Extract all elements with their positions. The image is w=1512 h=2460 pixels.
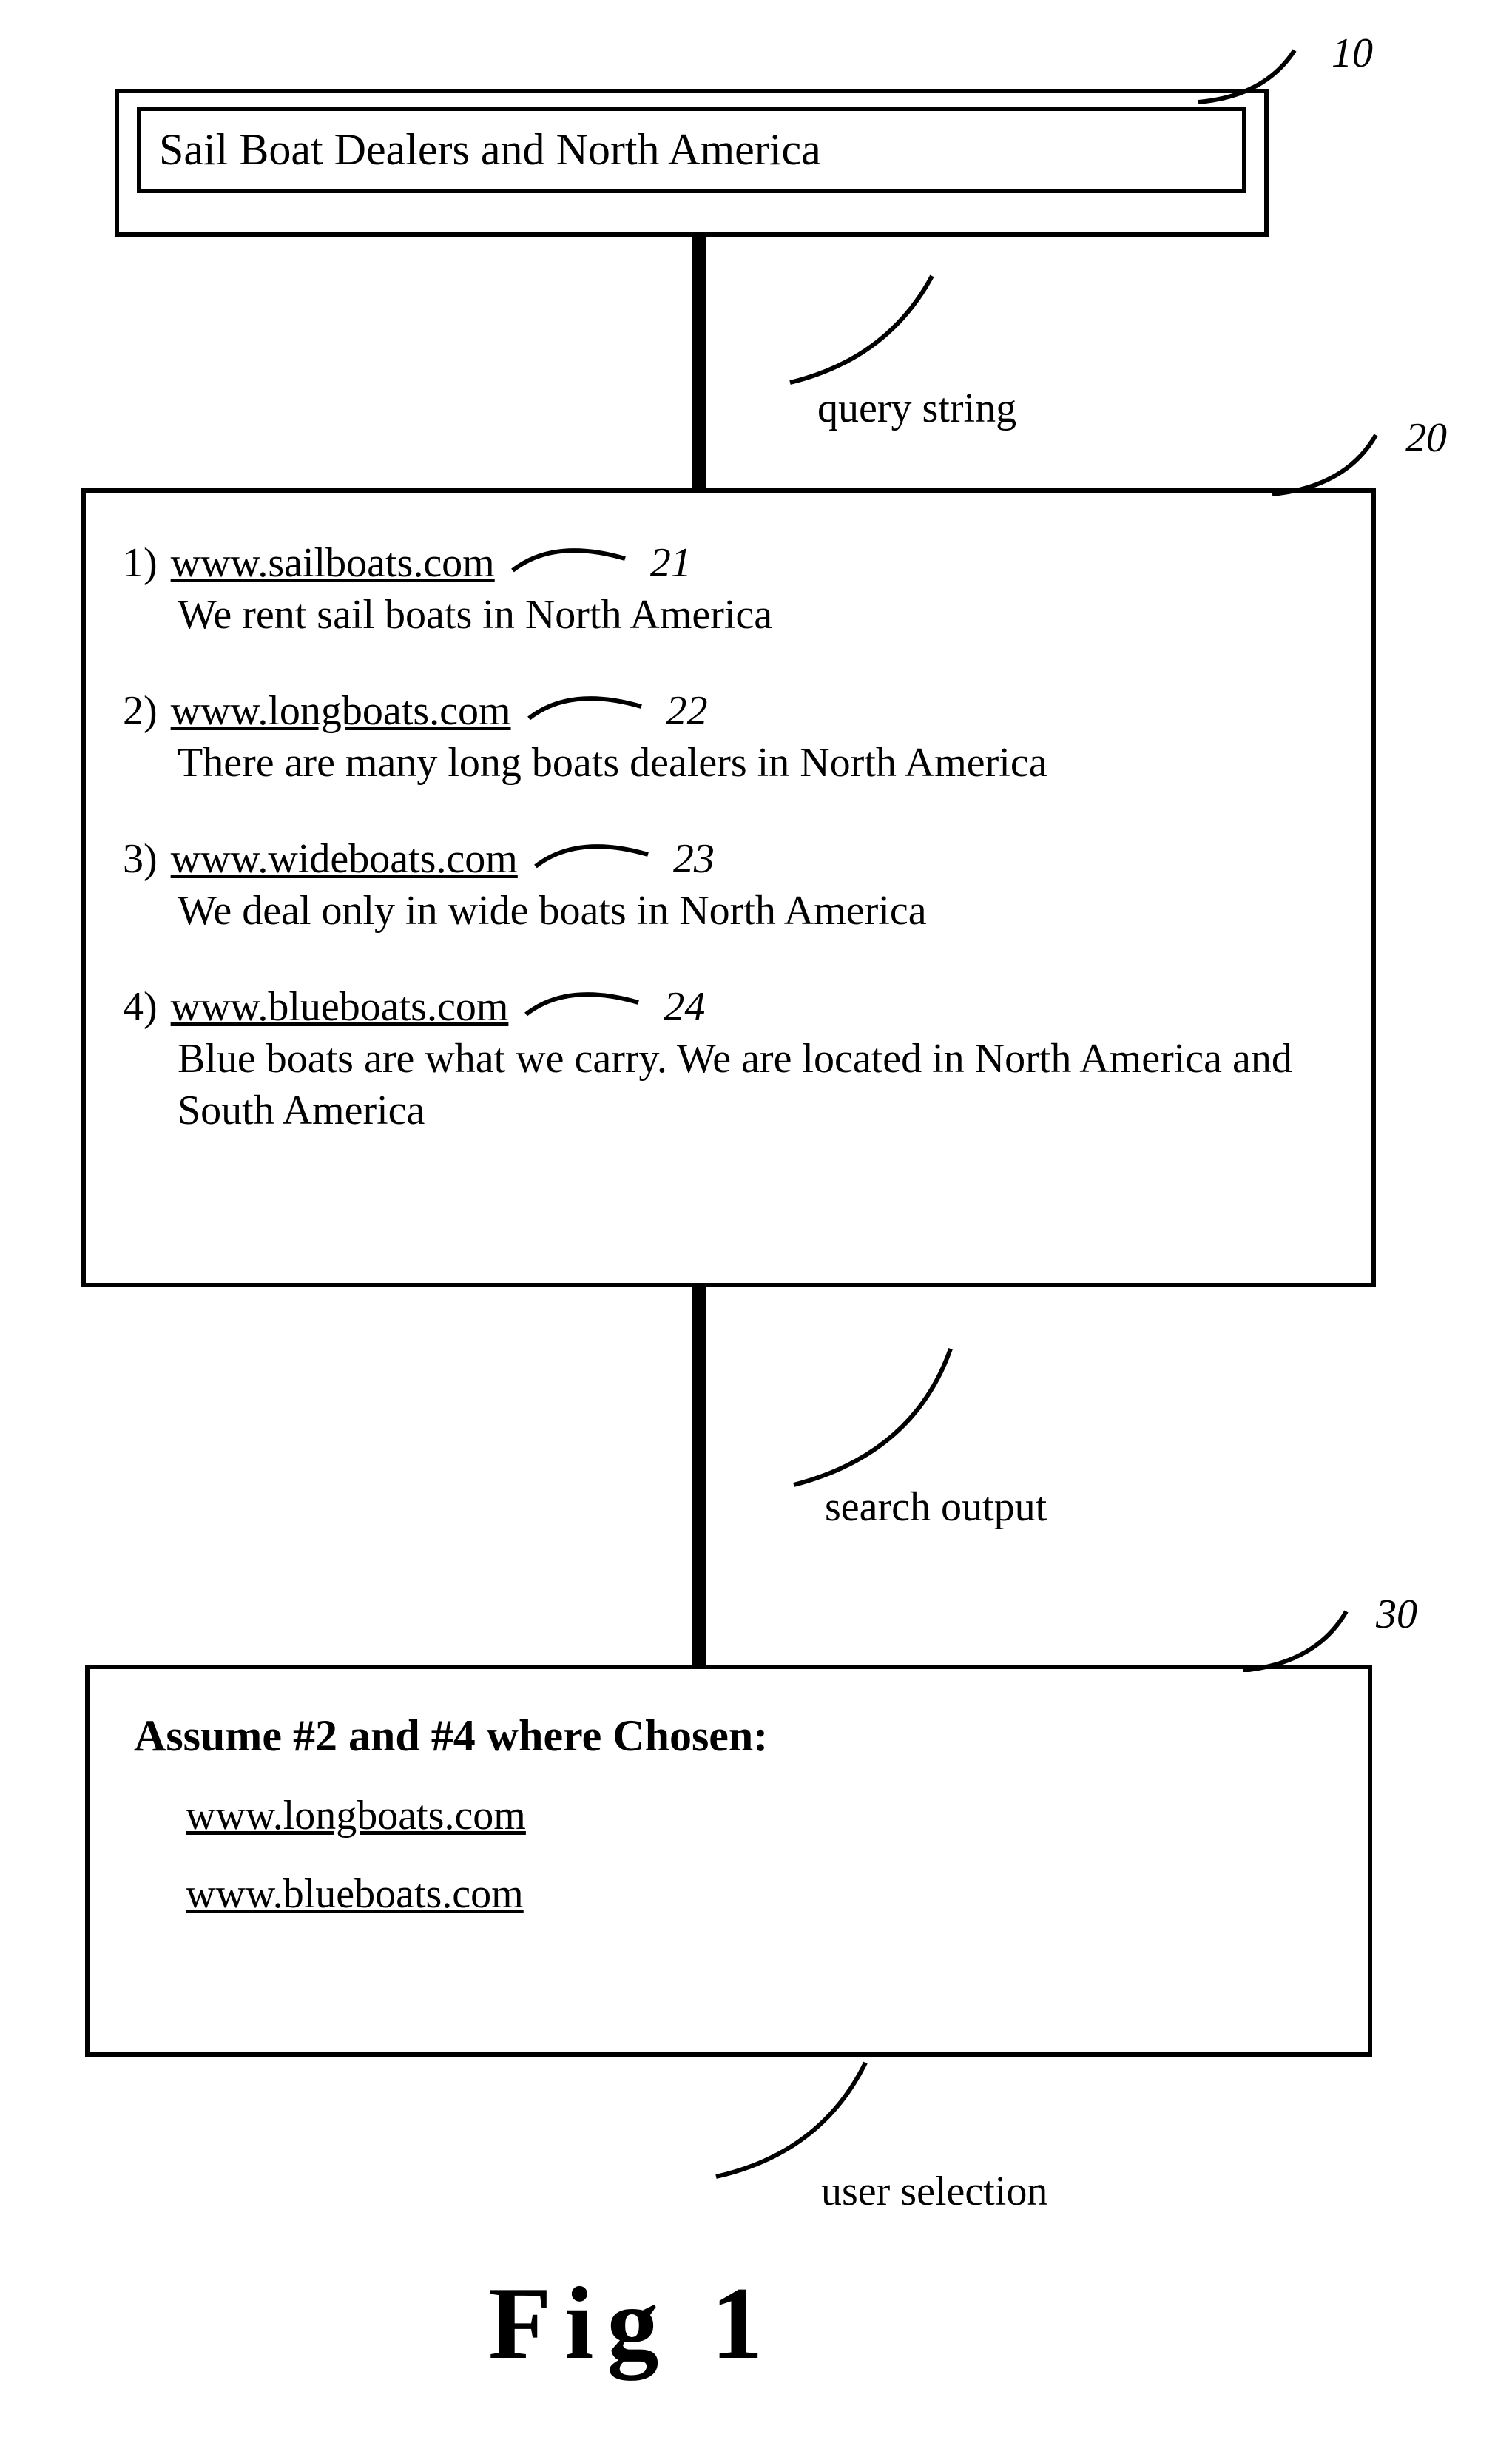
- result-link[interactable]: www.wideboats.com: [171, 833, 518, 885]
- ref-lead-24: [523, 992, 641, 1022]
- figure-canvas: Sail Boat Dealers and North America 10 q…: [30, 30, 1512, 2430]
- query-input[interactable]: Sail Boat Dealers and North America: [137, 107, 1246, 193]
- label-search-output: search output: [825, 1483, 1047, 1531]
- label-query-string: query string: [817, 385, 1016, 432]
- ref-lead-20: [1272, 429, 1420, 496]
- ref-lead-22: [526, 696, 644, 726]
- result-link[interactable]: www.longboats.com: [171, 685, 511, 737]
- ref-10: 10: [1332, 30, 1373, 77]
- ref-lead-21: [510, 548, 628, 578]
- result-link[interactable]: www.sailboats.com: [171, 537, 495, 589]
- result-item: 2) www.longboats.com 22 There are many l…: [123, 685, 1342, 789]
- result-number: 3): [123, 833, 158, 885]
- connector-query-results: [692, 237, 706, 488]
- connector-results-selection: [692, 1287, 706, 1665]
- figure-label: Fig 1: [488, 2264, 776, 2383]
- result-item: 4) www.blueboats.com 24 Blue boats are w…: [123, 981, 1342, 1136]
- result-desc: Blue boats are what we carry. We are loc…: [178, 1033, 1342, 1136]
- label-user-selection: user selection: [821, 2168, 1047, 2215]
- result-desc: We deal only in wide boats in North Amer…: [178, 885, 1342, 937]
- result-link[interactable]: www.blueboats.com: [171, 981, 509, 1033]
- result-item: 3) www.wideboats.com 23 We deal only in …: [123, 833, 1342, 937]
- ref-24: 24: [664, 981, 705, 1033]
- label-lead-query: [784, 270, 976, 388]
- results-panel: 1) www.sailboats.com 21 We rent sail boa…: [81, 488, 1376, 1287]
- ref-30: 30: [1376, 1591, 1417, 1638]
- selection-title: Assume #2 and #4 where Chosen:: [134, 1706, 1331, 1766]
- selection-link[interactable]: www.longboats.com: [186, 1788, 1331, 1844]
- ref-lead-30: [1243, 1605, 1391, 1672]
- selection-panel: Assume #2 and #4 where Chosen: www.longb…: [85, 1665, 1372, 2057]
- ref-23: 23: [673, 833, 715, 885]
- result-desc: We rent sail boats in North America: [178, 589, 1342, 641]
- ref-lead-23: [533, 844, 651, 874]
- results-body: 1) www.sailboats.com 21 We rent sail boa…: [86, 493, 1371, 1210]
- label-lead-search-output: [788, 1343, 995, 1491]
- result-number: 1): [123, 537, 158, 589]
- label-lead-user-selection: [710, 2057, 917, 2183]
- selection-link[interactable]: www.blueboats.com: [186, 1867, 1331, 1923]
- result-item: 1) www.sailboats.com 21 We rent sail boa…: [123, 537, 1342, 641]
- ref-21: 21: [650, 537, 692, 589]
- result-number: 4): [123, 981, 158, 1033]
- ref-22: 22: [666, 685, 708, 737]
- result-desc: There are many long boats dealers in Nor…: [178, 737, 1342, 789]
- result-number: 2): [123, 685, 158, 737]
- query-panel: Sail Boat Dealers and North America: [115, 89, 1269, 237]
- ref-20: 20: [1405, 414, 1447, 462]
